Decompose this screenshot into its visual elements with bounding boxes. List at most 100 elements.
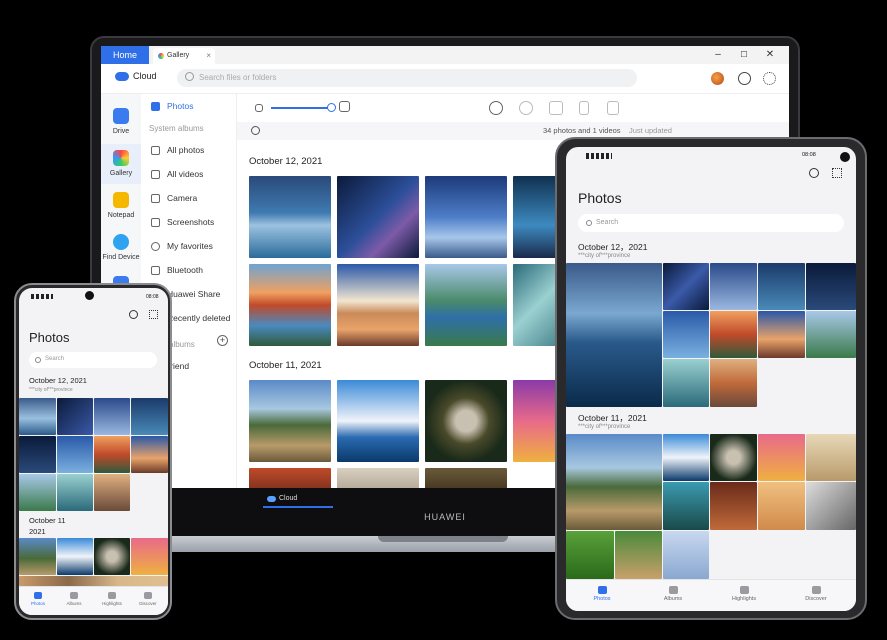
photo-thumbnail[interactable] [19, 436, 56, 473]
photo-thumbnail[interactable] [806, 263, 856, 310]
nav-tab-albums[interactable]: Albums [653, 586, 693, 602]
sync-status: Just updated [629, 126, 672, 135]
more-icon[interactable] [149, 310, 158, 319]
tab-gallery[interactable]: Gallery × [153, 48, 215, 64]
photo-thumbnail[interactable] [337, 380, 419, 462]
nav-tab-discover[interactable]: Discover [133, 592, 163, 606]
settings-gear-icon[interactable] [763, 72, 776, 85]
photo-thumbnail[interactable] [57, 436, 93, 473]
tab-close-icon[interactable]: × [206, 48, 211, 64]
folder-icon[interactable] [549, 101, 563, 115]
photo-thumbnail[interactable] [337, 176, 419, 258]
more-icon[interactable] [832, 168, 842, 178]
photo-thumbnail[interactable] [19, 576, 168, 586]
photo-thumbnail[interactable] [710, 263, 757, 310]
nav-gallery[interactable]: Gallery [101, 144, 141, 184]
photo-thumbnail[interactable] [663, 531, 709, 579]
photo-thumbnail[interactable] [710, 434, 757, 481]
photo-thumbnail[interactable] [758, 434, 805, 481]
photo-thumbnail[interactable] [566, 263, 662, 407]
small-thumb-icon[interactable] [255, 104, 263, 112]
sidebar-item-label: Screenshots [167, 217, 215, 227]
large-thumb-icon[interactable] [339, 101, 350, 112]
photo-thumbnail[interactable] [663, 359, 709, 407]
star-icon [739, 586, 749, 594]
download-icon[interactable] [519, 101, 533, 115]
copy-icon[interactable] [579, 101, 589, 115]
search-input[interactable]: Search [29, 352, 157, 368]
photo-thumbnail[interactable] [94, 474, 130, 511]
photo-thumbnail[interactable] [566, 434, 662, 530]
minimize-button[interactable]: – [707, 46, 729, 64]
photos-icon [34, 592, 42, 599]
photo-thumbnail[interactable] [663, 311, 709, 358]
photo-thumbnail[interactable] [94, 538, 130, 575]
photo-thumbnail[interactable] [806, 482, 856, 530]
nav-notepad[interactable]: Notepad [101, 186, 141, 226]
bottom-nav: Photos Albums Highlights Discover [19, 586, 168, 615]
nav-tab-albums[interactable]: Albums [59, 592, 89, 606]
photo-thumbnail[interactable] [710, 359, 757, 407]
photo-thumbnail[interactable] [94, 436, 130, 473]
nav-tab-discover[interactable]: Discover [796, 586, 836, 602]
nav-tab-photos[interactable]: Photos [582, 586, 622, 602]
photo-thumbnail[interactable] [19, 398, 56, 435]
photo-thumbnail[interactable] [249, 380, 331, 462]
photo-thumbnail[interactable] [663, 482, 709, 530]
taskbar-app-cloud[interactable]: Cloud [263, 492, 333, 508]
nav-tab-highlights[interactable]: Highlights [97, 592, 127, 606]
photo-thumbnail[interactable] [19, 474, 56, 511]
photo-thumbnail[interactable] [249, 468, 331, 488]
photo-thumbnail[interactable] [425, 380, 507, 462]
delete-icon[interactable] [607, 101, 619, 115]
gallery-icon [113, 150, 129, 166]
photo-thumbnail[interactable] [615, 531, 662, 579]
photo-thumbnail[interactable] [131, 398, 168, 435]
photo-thumbnail[interactable] [758, 311, 805, 358]
photo-thumbnail[interactable] [710, 311, 757, 358]
nav-tab-highlights[interactable]: Highlights [724, 586, 764, 602]
avatar[interactable] [711, 72, 724, 85]
photo-thumbnail[interactable] [758, 482, 805, 530]
photo-thumbnail[interactable] [131, 538, 168, 575]
photo-thumbnail[interactable] [57, 398, 93, 435]
search-input[interactable]: Search files or folders [177, 69, 637, 87]
nav-drive[interactable]: Drive [101, 102, 141, 142]
photo-thumbnail[interactable] [57, 474, 93, 511]
photo-thumbnail[interactable] [566, 531, 614, 579]
page-title: Photos [578, 190, 622, 206]
account-icon[interactable] [809, 168, 819, 178]
photo-thumbnail[interactable] [806, 311, 856, 358]
photo-thumbnail[interactable] [425, 176, 507, 258]
nav-find-device[interactable]: Find Device [101, 228, 141, 268]
tab-home[interactable]: Home [101, 46, 149, 64]
photo-thumbnail[interactable] [19, 538, 56, 575]
slider-handle[interactable] [327, 103, 336, 112]
add-album-icon[interactable]: + [217, 335, 228, 346]
window-close-button[interactable]: ✕ [759, 46, 781, 64]
photo-thumbnail[interactable] [710, 482, 757, 530]
discover-icon [811, 586, 821, 594]
photo-thumbnail[interactable] [131, 436, 168, 473]
photo-thumbnail[interactable] [337, 468, 419, 488]
thumbnail-size-slider[interactable] [271, 107, 331, 109]
maximize-button[interactable]: ☐ [733, 46, 755, 64]
photo-thumbnail[interactable] [806, 434, 856, 481]
photo-thumbnail[interactable] [663, 263, 709, 310]
search-input[interactable]: Search [578, 214, 844, 232]
photo-thumbnail[interactable] [663, 434, 709, 481]
pause-icon[interactable] [738, 72, 751, 85]
photo-thumbnail[interactable] [57, 538, 93, 575]
photo-thumbnail[interactable] [249, 264, 331, 346]
upload-icon[interactable] [489, 101, 503, 115]
sidebar-item-label: Camera [167, 193, 198, 203]
nav-tab-photos[interactable]: Photos [23, 592, 53, 606]
photo-thumbnail[interactable] [249, 176, 331, 258]
date-heading: October 11, 2021 [249, 360, 322, 371]
photo-thumbnail[interactable] [425, 468, 507, 488]
photo-thumbnail[interactable] [94, 398, 130, 435]
photo-thumbnail[interactable] [337, 264, 419, 346]
account-icon[interactable] [129, 310, 138, 319]
photo-thumbnail[interactable] [425, 264, 507, 346]
photo-thumbnail[interactable] [758, 263, 805, 310]
